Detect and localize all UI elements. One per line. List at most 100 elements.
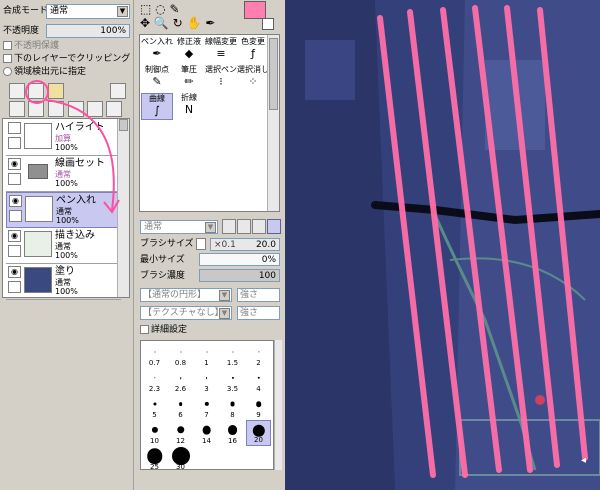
brush-size-option[interactable]: 5	[142, 394, 167, 420]
protect-opacity-checkbox[interactable]: 不透明保護	[3, 41, 59, 52]
shape-trapezoid-icon[interactable]	[237, 219, 251, 234]
brush-dot-icon	[151, 426, 158, 434]
brush-size-option[interactable]: 6	[168, 394, 193, 420]
lock-icon[interactable]	[8, 245, 21, 257]
brush-size-option[interactable]: 30	[168, 446, 193, 472]
texture-paper-select[interactable]: 【テクスチャなし】 ▼	[140, 306, 232, 320]
brush-size-label: 3	[204, 385, 209, 393]
brush-size-mult: ×0.1	[214, 240, 236, 250]
tool-color-change[interactable]: 色変更 ƒ	[237, 37, 269, 64]
brush-dot-icon	[206, 351, 207, 353]
eyedropper-icon[interactable]: ✒	[205, 16, 215, 30]
eye-icon[interactable]: ◉	[8, 230, 21, 242]
brush-size-option[interactable]: 1	[194, 342, 219, 368]
min-size-value: 0%	[261, 255, 276, 265]
brush-size-label: 14	[202, 437, 211, 445]
strength-2-field[interactable]: 強さ	[237, 306, 280, 320]
brush-size-option[interactable]: 0.7	[142, 342, 167, 368]
brush-dot-icon	[231, 376, 234, 380]
brush-size-option[interactable]: 14	[194, 420, 219, 446]
tool-scrollbar[interactable]	[267, 35, 279, 211]
brush-size-option[interactable]: 20	[246, 420, 271, 446]
brush-size-option[interactable]: 7	[194, 394, 219, 420]
density-slider[interactable]: 100	[199, 269, 280, 282]
canvas[interactable]: ◂	[285, 0, 600, 490]
chevron-down-icon: ▼	[219, 290, 230, 301]
chevron-down-icon: ▼	[205, 222, 216, 233]
shape-flat-icon[interactable]	[267, 219, 281, 234]
brush-size-option[interactable]: 3	[194, 368, 219, 394]
brush-size-option[interactable]: 0.8	[168, 342, 193, 368]
tool-correction[interactable]: 修正液 ◆	[173, 37, 205, 64]
brush-size-label: 3.5	[226, 385, 239, 393]
select-rect-icon[interactable]: ⬚	[140, 2, 151, 16]
brush-size-multiplier[interactable]	[196, 238, 206, 250]
tool-select-pen[interactable]: 選択ペン ⁝	[205, 65, 237, 92]
zoom-icon[interactable]: 🔍	[154, 16, 169, 30]
opacity-slider[interactable]: 100%	[46, 24, 130, 38]
brush-size-option[interactable]: 9	[246, 394, 271, 420]
brush-size-option[interactable]: 2.3	[142, 368, 167, 394]
brush-size-option[interactable]: 2	[246, 342, 271, 368]
layer-row[interactable]: ◉ 描き込み 通常 100%	[6, 228, 121, 264]
layer-opacity: 100%	[55, 251, 78, 260]
tool-line-width[interactable]: 線幅変更 ≡	[205, 37, 237, 64]
chevron-down-icon: ▼	[219, 308, 230, 319]
move-icon[interactable]: ✥	[140, 16, 150, 30]
layer-mode: 通常	[55, 278, 71, 287]
min-size-slider[interactable]: 0%	[199, 253, 280, 266]
brush-size-option[interactable]: 8	[220, 394, 245, 420]
brush-size-option[interactable]: 1.5	[220, 342, 245, 368]
brush-size-label: 2.6	[174, 385, 187, 393]
brush-size-option[interactable]: 10	[142, 420, 167, 446]
tool-curve[interactable]: 曲線 ∫	[141, 93, 173, 120]
top-tool-icons: ⬚ ◌ ✎ ✥ 🔍 ↻ ✋ ✒	[140, 2, 240, 32]
window	[305, 40, 355, 100]
density-label: ブラシ濃度	[140, 271, 185, 281]
tool-pressure[interactable]: 筆圧 ✏	[173, 65, 205, 92]
clip-lower-checkbox[interactable]: 下のレイヤーでクリッピング	[3, 54, 130, 65]
blend-mode-select[interactable]: 通常 ▼	[46, 4, 130, 19]
tool-pen[interactable]: ペン入れ ✒	[141, 37, 173, 64]
eye-icon[interactable]: ◉	[8, 266, 21, 278]
texture-shape-select[interactable]: 【通常の円形】 ▼	[140, 288, 232, 302]
hand-icon[interactable]: ✋	[187, 16, 202, 30]
tool-polyline[interactable]: 折線 N	[173, 93, 205, 120]
brush-size-scrollbar[interactable]	[274, 340, 282, 470]
correction-icon: ◆	[184, 47, 194, 60]
scrollbar-thumb[interactable]	[269, 38, 278, 110]
brush-size-slider[interactable]: ×0.1 20.0	[210, 238, 280, 251]
brush-size-option[interactable]: 25	[142, 446, 167, 472]
magic-wand-icon[interactable]: ✎	[169, 2, 179, 16]
layer-name: 描き込み	[55, 230, 95, 241]
tool-select-erase[interactable]: 選択消し ⁘	[237, 65, 269, 92]
lasso-icon[interactable]: ◌	[155, 2, 165, 16]
tool-control-point[interactable]: 制御点 ✎	[141, 65, 173, 92]
layer-thumbnail	[24, 267, 52, 293]
brush-size-label: 25	[150, 463, 159, 471]
layer-row[interactable]: ◉ 塗り 通常 100%	[6, 264, 121, 300]
opacity-value: 100%	[100, 26, 126, 36]
brush-size-option[interactable]: 12	[168, 420, 193, 446]
shape-triangle-icon[interactable]	[222, 219, 236, 234]
brush-size-option[interactable]: 16	[220, 420, 245, 446]
brush-mode-select[interactable]: 通常 ▼	[140, 220, 218, 234]
polyline-icon: N	[184, 103, 194, 116]
blend-mode-value: 通常	[50, 6, 69, 16]
lock-icon[interactable]	[8, 281, 21, 293]
detail-settings-checkbox[interactable]: 詳細設定	[140, 325, 187, 336]
brush-size-label: 6	[178, 411, 183, 419]
brush-size-label: ブラシサイズ	[140, 239, 194, 249]
brush-size-option[interactable]: 2.6	[168, 368, 193, 394]
rotate-icon[interactable]: ↻	[173, 16, 183, 30]
brush-size-label: 12	[176, 437, 185, 445]
opacity-label: 不透明度	[3, 26, 40, 36]
color-swatch-bg[interactable]	[262, 18, 274, 30]
strength-1-field[interactable]: 強さ	[237, 288, 280, 302]
curve-icon: ∫	[154, 104, 160, 117]
brush-size-option[interactable]: 4	[246, 368, 271, 394]
shape-round-icon[interactable]	[252, 219, 266, 234]
color-swatch-fg[interactable]	[244, 1, 266, 19]
brush-dot-icon	[152, 402, 157, 406]
brush-size-option[interactable]: 3.5	[220, 368, 245, 394]
